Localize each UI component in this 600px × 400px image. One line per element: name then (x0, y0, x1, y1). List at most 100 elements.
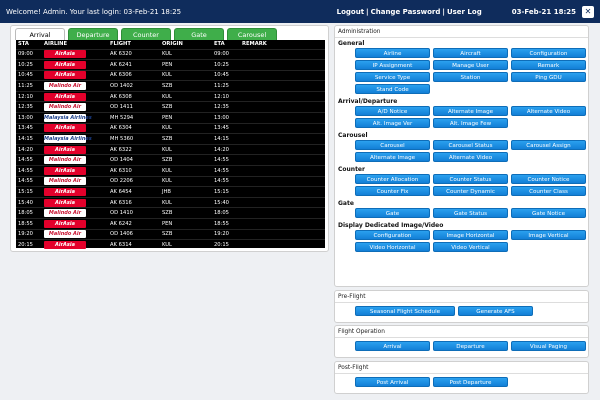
section-title-display-dedicated-image-video: Display Dedicated Image/Video (338, 222, 444, 229)
column-header-origin: ORIGIN (162, 41, 183, 48)
airline-logo: Malaysia Airlines (44, 135, 92, 144)
airline-cell: Malindo Air (42, 80, 108, 92)
generate-afs-button[interactable]: Generate AFS (458, 306, 533, 316)
flight-cell: OD 1410 (108, 207, 160, 219)
counter-dynamic-button[interactable]: Counter Dynamic (433, 186, 508, 196)
airline-cell: AirAsia (42, 90, 108, 102)
close-icon[interactable]: ✕ (582, 5, 594, 18)
change-password-link[interactable]: Change Password (369, 8, 443, 16)
carousel-assign-button[interactable]: Carousel Assign (511, 140, 586, 150)
counter-fix-button[interactable]: Counter Fix (355, 186, 430, 196)
video-horizontal-button[interactable]: Video Horizontal (355, 242, 430, 252)
arrival-button[interactable]: Arrival (355, 341, 430, 351)
origin-cell: PEN (160, 218, 212, 230)
aircraft-button[interactable]: Aircraft (433, 48, 508, 58)
tab-counter[interactable]: Counter (121, 28, 171, 40)
flight-row: 10:25 AirAsia AK 6241 PEN 10:25 (16, 59, 325, 71)
button-row: Counter Fix Counter Dynamic Counter Class (335, 186, 588, 198)
arrival-board: STA AIRLINE FLIGHT ORIGIN ETA REMARK 09:00 Air… (16, 40, 325, 251)
origin-cell: SZB (160, 207, 212, 219)
remark-cell (240, 59, 325, 71)
tab-arrival[interactable]: Arrival (15, 28, 65, 40)
airline-cell: AirAsia (42, 48, 108, 60)
board-header-row: STA AIRLINE FLIGHT ORIGIN ETA REMARK (16, 40, 325, 49)
video-vertical-button[interactable]: Video Vertical (433, 242, 508, 252)
origin-cell: KUL (160, 175, 212, 187)
post-departure-button[interactable]: Post Departure (433, 377, 508, 387)
header-links: Logout | Change Password | User Log (335, 7, 484, 16)
airline-button[interactable]: Airline (355, 48, 430, 58)
eta-cell: 18:05 (212, 207, 240, 219)
remark-cell (240, 133, 325, 145)
flight-row: 15:40 AirAsia AK 6316 KUL 15:40 (16, 196, 325, 208)
button-row: A/D Notice Alternate Image Alternate Video (335, 106, 588, 118)
visual-paging-button[interactable]: Visual Paging (511, 341, 586, 351)
alternate-image-button[interactable]: Alternate Image (355, 152, 430, 162)
airline-logo: AirAsia (44, 241, 86, 250)
counter-notice-button[interactable]: Counter Notice (511, 174, 586, 184)
tab-carousel[interactable]: Carousel (227, 28, 277, 40)
button-row: Video Horizontal Video Vertical (335, 242, 588, 254)
logout-link[interactable]: Logout (335, 8, 366, 16)
user-log-link[interactable]: User Log (445, 8, 484, 16)
service-type-button[interactable]: Service Type (355, 72, 430, 82)
departure-button[interactable]: Departure (433, 341, 508, 351)
post-arrival-button[interactable]: Post Arrival (355, 377, 430, 387)
sta-cell: 11:25 (16, 80, 42, 92)
image-horizontal-button[interactable]: Image Horizontal (433, 230, 508, 240)
button-row: IP Assignment Manage User Remark (335, 60, 588, 72)
ip-assignment-button[interactable]: IP Assignment (355, 60, 430, 70)
airline-cell: Malaysia Airlines (42, 133, 108, 145)
alternate-image-button[interactable]: Alternate Image (433, 106, 508, 116)
eta-cell: 11:25 (212, 80, 240, 92)
airline-cell: AirAsia (42, 196, 108, 208)
station-button[interactable]: Station (433, 72, 508, 82)
sta-cell: 19:20 (16, 228, 42, 240)
eta-cell: 15:40 (212, 196, 240, 208)
origin-cell: KUL (160, 122, 212, 134)
alt-image-ver-button[interactable]: Alt. Image Ver (355, 118, 430, 128)
flight-row: 14:55 Malindo Air OD 2206 KUL 14:55 (16, 175, 325, 187)
gate-status-button[interactable]: Gate Status (433, 208, 508, 218)
sta-cell: 14:55 (16, 154, 42, 166)
image-vertical-button[interactable]: Image Vertical (511, 230, 586, 240)
flight-cell: AK 6310 (108, 165, 160, 177)
counter-status-button[interactable]: Counter Status (433, 174, 508, 184)
configuration-button[interactable]: Configuration (511, 48, 586, 58)
airline-logo: AirAsia (44, 60, 86, 69)
remark-cell (240, 112, 325, 124)
carousel-status-button[interactable]: Carousel Status (433, 140, 508, 150)
flight-operation-title: Flight Operation (335, 326, 588, 338)
manage-user-button[interactable]: Manage User (433, 60, 508, 70)
seasonal-flight-schedule-button[interactable]: Seasonal Flight Schedule (355, 306, 455, 316)
counter-class-button[interactable]: Counter Class (511, 186, 586, 196)
remark-cell (240, 80, 325, 92)
carousel-button[interactable]: Carousel (355, 140, 430, 150)
flight-cell: OD 2206 (108, 175, 160, 187)
flight-operation-panel: Flight Operation Arrival Departure Visual … (334, 325, 589, 358)
post-flight-title: Post-Flight (335, 362, 588, 374)
tab-gate[interactable]: Gate (174, 28, 224, 40)
airline-logo: AirAsia (44, 92, 86, 101)
configuration-button[interactable]: Configuration (355, 230, 430, 240)
counter-allocation-button[interactable]: Counter Allocation (355, 174, 430, 184)
board-tabs: Arrival Departure Counter Gate Carousel (15, 28, 280, 40)
alt-image-few-button[interactable]: Alt. Image Few (433, 118, 508, 128)
flight-row: 15:15 AirAsia AK 6454 JHB 15:15 (16, 186, 325, 198)
airline-cell: AirAsia (42, 165, 108, 177)
a-d-notice-button[interactable]: A/D Notice (355, 106, 430, 116)
stand-code-button[interactable]: Stand Code (355, 84, 430, 94)
alternate-video-button[interactable]: Alternate Video (433, 152, 508, 162)
airline-logo: Malindo Air (44, 103, 86, 112)
flight-cell: MH 5294 (108, 112, 160, 124)
ping-gdu-button[interactable]: Ping GDU (511, 72, 586, 82)
tab-departure[interactable]: Departure (68, 28, 118, 40)
alternate-video-button[interactable]: Alternate Video (511, 106, 586, 116)
origin-cell: JHB (160, 186, 212, 198)
gate-notice-button[interactable]: Gate Notice (511, 208, 586, 218)
flight-row: 14:55 Malindo Air OD 1404 SZB 14:55 (16, 154, 325, 166)
gate-button[interactable]: Gate (355, 208, 430, 218)
eta-cell: 14:55 (212, 165, 240, 177)
remark-cell (240, 90, 325, 102)
remark-button[interactable]: Remark (511, 60, 586, 70)
